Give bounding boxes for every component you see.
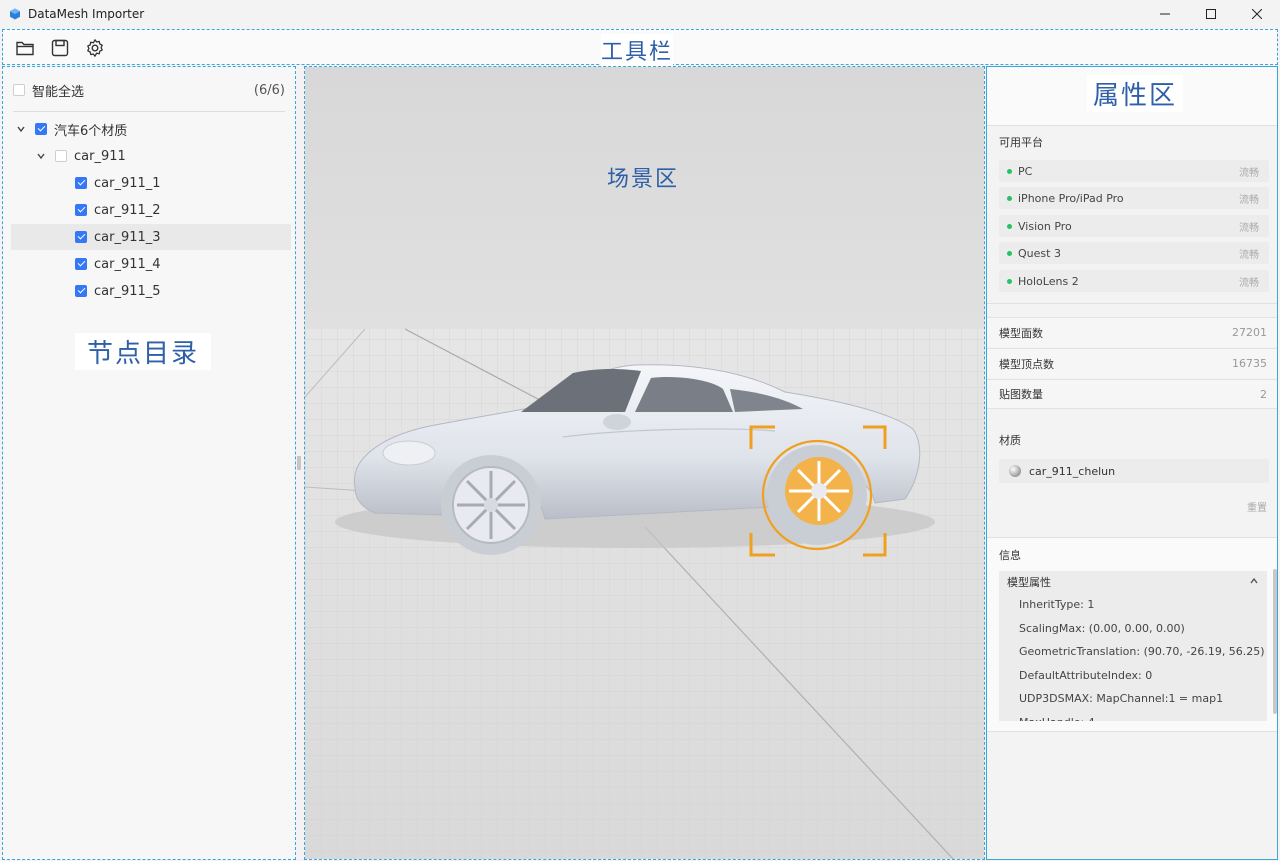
divider — [987, 125, 1277, 126]
tree-node-label: car_911_4 — [94, 256, 161, 272]
status-dot-icon — [1007, 195, 1012, 201]
tree-node-label: car_911_3 — [94, 229, 161, 245]
tree-node-car-911-1[interactable]: car_911_1 — [11, 170, 291, 196]
stat-value: 16735 — [1232, 357, 1267, 370]
platform-status: 流畅 — [1239, 194, 1259, 206]
material-sphere-icon — [1009, 465, 1021, 477]
tree-node-car-911[interactable]: car_911 — [11, 143, 291, 169]
tree-checkbox[interactable] — [55, 150, 67, 162]
tree-node-car-911-5[interactable]: car_911_5 — [11, 278, 291, 304]
platform-name: Vision Pro — [1018, 219, 1072, 233]
tree-node-label: car_911_1 — [94, 175, 161, 191]
material-title: 材质 — [999, 434, 1021, 447]
tree-checkbox[interactable] — [35, 123, 47, 135]
platform-name: iPhone Pro/iPad Pro — [1018, 191, 1124, 205]
folder-open-icon[interactable] — [15, 38, 35, 58]
stat-row-faces: 模型面数 27201 — [987, 317, 1277, 347]
properties-region-label: 属性区 — [1087, 75, 1184, 112]
window-title: DataMesh Importer — [28, 7, 145, 21]
tree-checkbox[interactable] — [75, 177, 87, 189]
reset-button[interactable]: 重置 — [1247, 499, 1267, 514]
platform-row-quest: Quest 3 流畅 — [999, 242, 1269, 264]
stat-row-vertices: 模型顶点数 16735 — [987, 348, 1277, 378]
save-icon[interactable] — [50, 38, 70, 58]
tree-node-car-group[interactable]: 汽车6个材质 — [11, 116, 291, 142]
toolbar-region-label: 工具栏 — [601, 34, 674, 66]
stat-value: 2 — [1260, 387, 1267, 401]
tree-node-car-911-3[interactable]: car_911_3 — [11, 224, 291, 250]
minimize-button[interactable] — [1142, 0, 1188, 28]
platform-name: PC — [1018, 164, 1033, 178]
scene-viewport[interactable]: 场景区 — [304, 66, 985, 860]
platform-name: Quest 3 — [1018, 246, 1061, 260]
node-tree-panel: 智能全选 (6/6) 汽车6个材质 car_911 car_911_1 car_… — [2, 66, 296, 860]
info-line: GeometricTranslation: (90.70, -26.19, 56… — [1019, 645, 1265, 659]
status-dot-icon — [1007, 168, 1012, 174]
platform-row-vision-pro: Vision Pro 流畅 — [999, 215, 1269, 237]
tree-node-label: car_911_5 — [94, 283, 161, 299]
divider — [13, 111, 285, 112]
tree-checkbox[interactable] — [75, 204, 87, 216]
close-button[interactable] — [1234, 0, 1280, 28]
status-dot-icon — [1007, 223, 1012, 229]
stat-key: 模型面数 — [999, 326, 1043, 340]
chevron-up-icon[interactable] — [1249, 576, 1259, 589]
tree-node-car-911-4[interactable]: car_911_4 — [11, 251, 291, 277]
platform-status: 流畅 — [1239, 222, 1259, 234]
app-logo-icon — [8, 7, 22, 21]
platform-row-hololens: HoloLens 2 流畅 — [999, 270, 1269, 292]
platform-row-iphone: iPhone Pro/iPad Pro 流畅 — [999, 187, 1269, 209]
smart-select-all[interactable]: 智能全选 (6/6) — [13, 79, 285, 101]
select-all-checkbox[interactable] — [13, 84, 25, 96]
maximize-button[interactable] — [1188, 0, 1234, 28]
info-line: ScalingMax: (0.00, 0.00, 0.00) — [1019, 621, 1185, 635]
tree-node-label: car_911_2 — [94, 202, 161, 218]
material-name: car_911_chelun — [1029, 464, 1116, 478]
chevron-down-icon[interactable] — [35, 150, 47, 162]
material-item[interactable]: car_911_chelun — [999, 459, 1269, 483]
window-title-bar: DataMesh Importer — [0, 0, 1280, 28]
info-group-label: 模型属性 — [1007, 576, 1051, 589]
info-group: 模型属性 InheritType: 1 ScalingMax: (0.00, 0… — [999, 571, 1267, 721]
selection-count: (6/6) — [253, 82, 285, 98]
stat-key: 贴图数量 — [999, 388, 1043, 401]
info-title: 信息 — [999, 549, 1021, 562]
divider — [987, 731, 1277, 732]
select-all-label: 智能全选 — [32, 84, 85, 100]
tree-node-label: 汽车6个材质 — [54, 123, 128, 139]
tree-region-label: 节点目录 — [75, 333, 212, 370]
tree-checkbox[interactable] — [75, 231, 87, 243]
stat-key: 模型顶点数 — [999, 357, 1054, 371]
platform-status: 流畅 — [1239, 249, 1259, 261]
platform-status: 流畅 — [1239, 277, 1259, 289]
info-line: DefaultAttributeIndex: 0 — [1019, 668, 1153, 682]
tree-node-label: car_911 — [74, 148, 126, 164]
chevron-down-icon[interactable] — [15, 123, 27, 135]
toolbar: 工具栏 — [2, 29, 1278, 66]
stat-row-textures: 贴图数量 2 — [987, 379, 1277, 409]
scene-region-label: 场景区 — [607, 167, 680, 192]
status-dot-icon — [1007, 250, 1012, 256]
settings-gear-icon[interactable] — [85, 38, 105, 58]
platforms-title: 可用平台 — [999, 136, 1043, 149]
divider — [987, 303, 1277, 304]
tree-checkbox[interactable] — [75, 285, 87, 297]
platform-row-pc: PC 流畅 — [999, 160, 1269, 182]
tree-checkbox[interactable] — [75, 258, 87, 270]
info-line: MaxHandle: 4 — [999, 711, 1267, 721]
stat-value: 27201 — [1232, 326, 1267, 339]
tree-node-car-911-2[interactable]: car_911_2 — [11, 197, 291, 223]
platform-status: 流畅 — [1239, 167, 1259, 179]
panel-splitter-handle[interactable] — [297, 455, 301, 470]
status-dot-icon — [1007, 278, 1012, 284]
info-group-header[interactable]: 模型属性 — [999, 571, 1267, 593]
info-scrollbar[interactable] — [1273, 569, 1277, 714]
info-line: InheritType: 1 — [1019, 598, 1095, 612]
info-line: UDP3DSMAX: MapChannel:1 = map1 — [1019, 692, 1224, 706]
platform-name: HoloLens 2 — [1018, 274, 1079, 288]
properties-panel: 属性区 可用平台 PC 流畅 iPhone Pro/iPad Pro 流畅 Vi… — [986, 66, 1278, 860]
